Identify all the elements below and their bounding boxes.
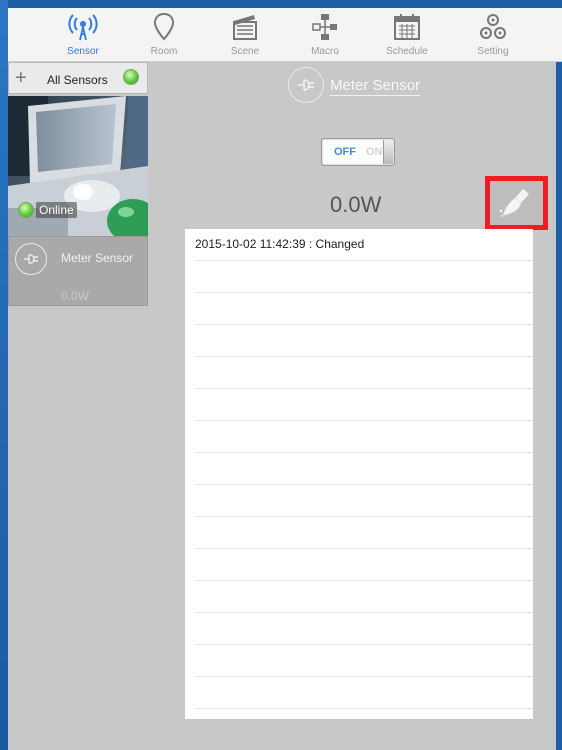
camera-thumbnail[interactable] [8, 96, 148, 236]
log-row-empty [195, 453, 533, 485]
title-plug-icon [288, 67, 324, 103]
sensor-card-name: Meter Sensor [61, 251, 134, 265]
log-row-empty [195, 389, 533, 421]
log-row-empty [195, 581, 533, 613]
tab-scene[interactable]: Scene [214, 8, 276, 62]
log-row-empty [195, 325, 533, 357]
log-row-empty [195, 677, 533, 709]
calendar-icon [394, 14, 420, 40]
camera-status-label: Online [36, 202, 77, 218]
sensor-title: Meter Sensor [330, 77, 421, 96]
log-row-empty [195, 293, 533, 325]
tab-room-label: Room [150, 46, 178, 57]
sensor-card-meter[interactable]: Meter Sensor 0.0W [8, 236, 148, 306]
toggle-knob [383, 140, 393, 164]
tab-setting-label: Setting [477, 46, 509, 57]
clapperboard-icon [233, 15, 257, 40]
add-sensor-icon[interactable]: + [15, 68, 27, 88]
gears-icon [480, 14, 506, 39]
log-row-empty [195, 517, 533, 549]
tab-schedule-label: Schedule [386, 46, 428, 57]
broom-icon [499, 189, 529, 217]
tab-bar: Sensor Room Scene Macro Schedule Setting [8, 8, 562, 62]
all-sensors-row[interactable]: + All Sensors [8, 62, 148, 94]
log-row-empty [195, 549, 533, 581]
toggle-off-label: OFF [325, 142, 365, 162]
tab-room[interactable]: Room [133, 8, 195, 62]
sensor-icon [68, 14, 98, 41]
tab-sensor[interactable]: Sensor [52, 8, 114, 62]
log-row-empty [195, 357, 533, 389]
log-row-empty [195, 261, 533, 293]
log-row-empty [195, 421, 533, 453]
location-pin-icon [153, 12, 175, 41]
tab-macro-label: Macro [311, 46, 339, 57]
tab-setting[interactable]: Setting [462, 8, 524, 62]
tab-schedule[interactable]: Schedule [376, 8, 438, 62]
log-row-empty [195, 485, 533, 517]
plug-icon [15, 243, 47, 275]
log-row-empty [195, 613, 533, 645]
log-row-empty [195, 645, 533, 677]
event-log-list: 2015-10-02 11:42:39 : Changed [185, 229, 533, 719]
left-edge [0, 0, 8, 750]
tab-sensor-label: Sensor [67, 46, 99, 57]
status-dot-icon [123, 69, 139, 85]
all-sensors-label: All Sensors [47, 73, 108, 87]
camera-status-dot-icon [18, 202, 34, 218]
power-toggle[interactable]: OFF ON [321, 138, 395, 166]
sensor-card-watt: 0.0W [61, 289, 90, 303]
power-reading: 0.0W [330, 192, 382, 217]
tab-macro[interactable]: Macro [294, 8, 356, 62]
clear-log-button[interactable] [485, 176, 548, 230]
tab-scene-label: Scene [230, 46, 260, 57]
macro-flow-icon [312, 14, 337, 40]
log-entry: 2015-10-02 11:42:39 : Changed [195, 229, 533, 261]
